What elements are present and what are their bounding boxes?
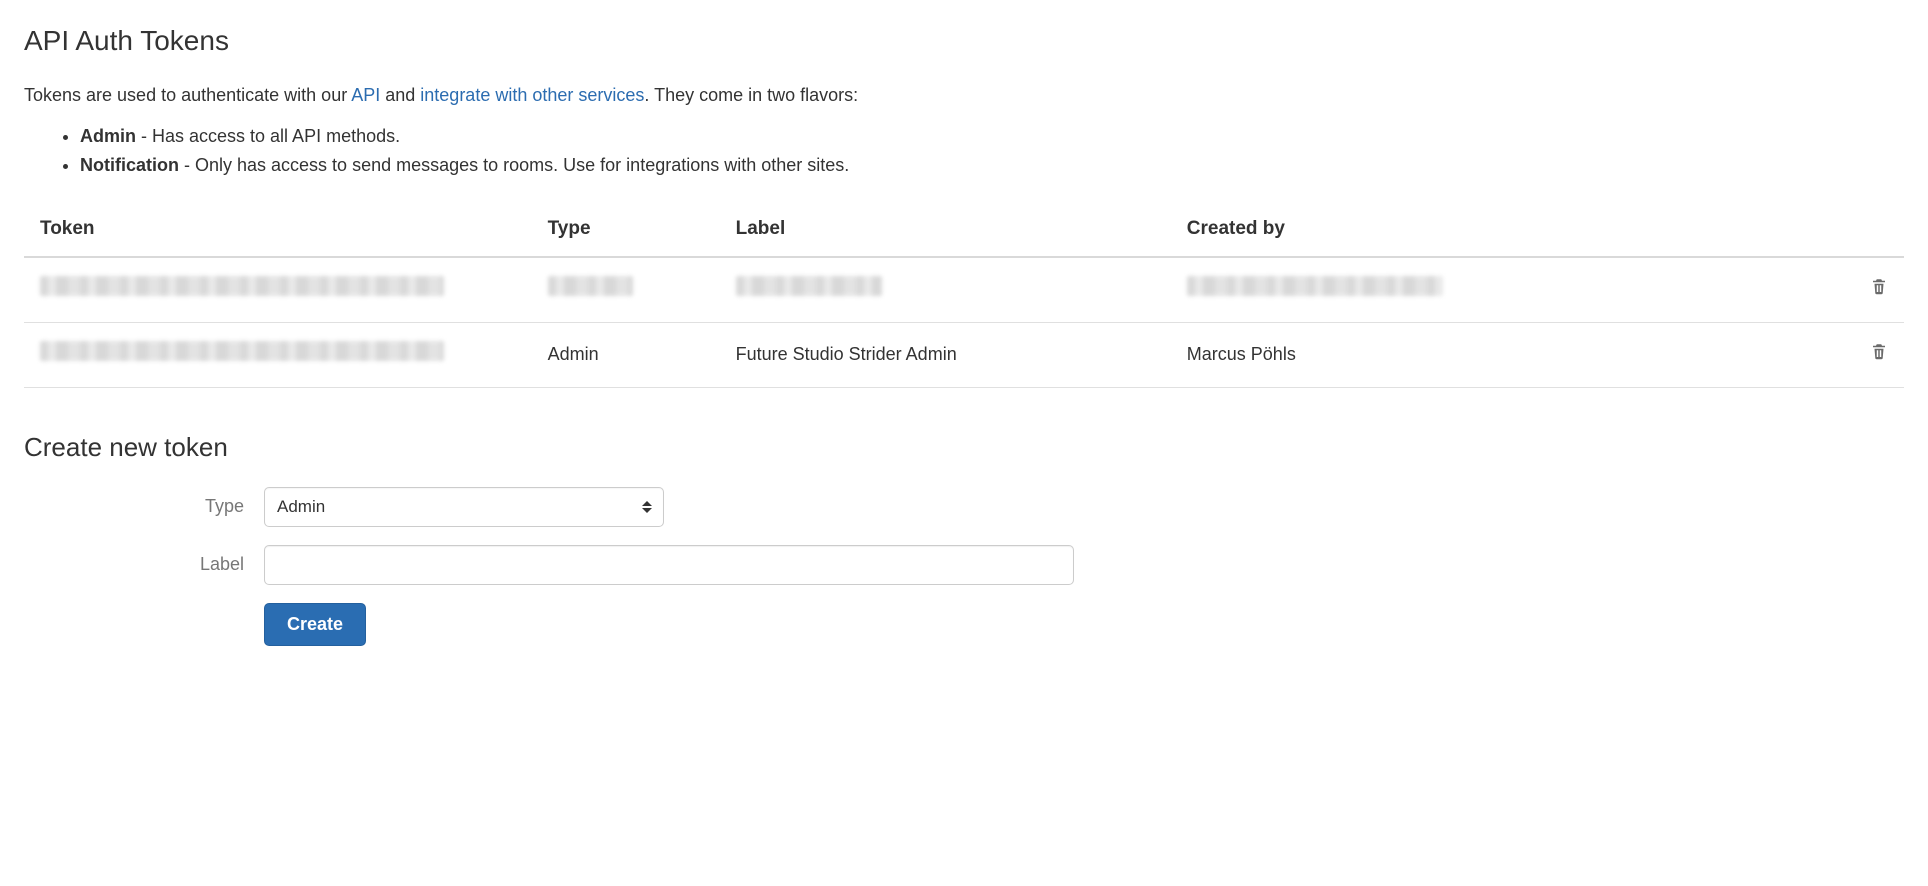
flavor-desc: - Only has access to send messages to ro… (179, 155, 849, 175)
flavor-item-notification: Notification - Only has access to send m… (80, 152, 1904, 179)
obscured-value (736, 276, 883, 296)
integrate-link[interactable]: integrate with other services (420, 85, 644, 105)
header-created-by: Created by (1171, 203, 1773, 257)
description-text: . They come in two flavors: (644, 85, 858, 105)
obscured-value (40, 276, 444, 296)
create-token-title: Create new token (24, 428, 1904, 467)
type-select[interactable]: Admin (264, 487, 664, 527)
form-row-label: Label (24, 545, 1904, 585)
page-description: Tokens are used to authenticate with our… (24, 82, 1904, 109)
flavor-item-admin: Admin - Has access to all API methods. (80, 123, 1904, 150)
cell-created-by: Marcus Pöhls (1171, 322, 1773, 387)
description-text: Tokens are used to authenticate with our (24, 85, 351, 105)
obscured-value (40, 341, 444, 361)
table-row: Admin Future Studio Strider Admin Marcus… (24, 322, 1904, 387)
form-row-type: Type Admin (24, 487, 1904, 527)
cell-label (720, 257, 1171, 323)
flavor-name: Admin (80, 126, 136, 146)
flavor-desc: - Has access to all API methods. (136, 126, 400, 146)
header-label: Label (720, 203, 1171, 257)
trash-icon[interactable] (1870, 341, 1888, 369)
label-label: Label (24, 551, 264, 578)
header-token: Token (24, 203, 532, 257)
page-title: API Auth Tokens (24, 20, 1904, 62)
header-type: Type (532, 203, 720, 257)
flavor-name: Notification (80, 155, 179, 175)
obscured-value (548, 276, 634, 296)
flavor-list: Admin - Has access to all API methods. N… (24, 123, 1904, 179)
label-input[interactable] (264, 545, 1074, 585)
table-row (24, 257, 1904, 323)
obscured-value (1187, 276, 1443, 296)
cell-type (532, 257, 720, 323)
header-action (1772, 203, 1904, 257)
cell-token (24, 322, 532, 387)
type-label: Type (24, 493, 264, 520)
cell-created-by (1171, 257, 1773, 323)
create-button[interactable]: Create (264, 603, 366, 646)
trash-icon[interactable] (1870, 276, 1888, 304)
cell-token (24, 257, 532, 323)
api-link[interactable]: API (351, 85, 380, 105)
cell-type: Admin (532, 322, 720, 387)
description-text: and (380, 85, 420, 105)
cell-label: Future Studio Strider Admin (720, 322, 1171, 387)
tokens-table: Token Type Label Created by Admin Future… (24, 203, 1904, 388)
